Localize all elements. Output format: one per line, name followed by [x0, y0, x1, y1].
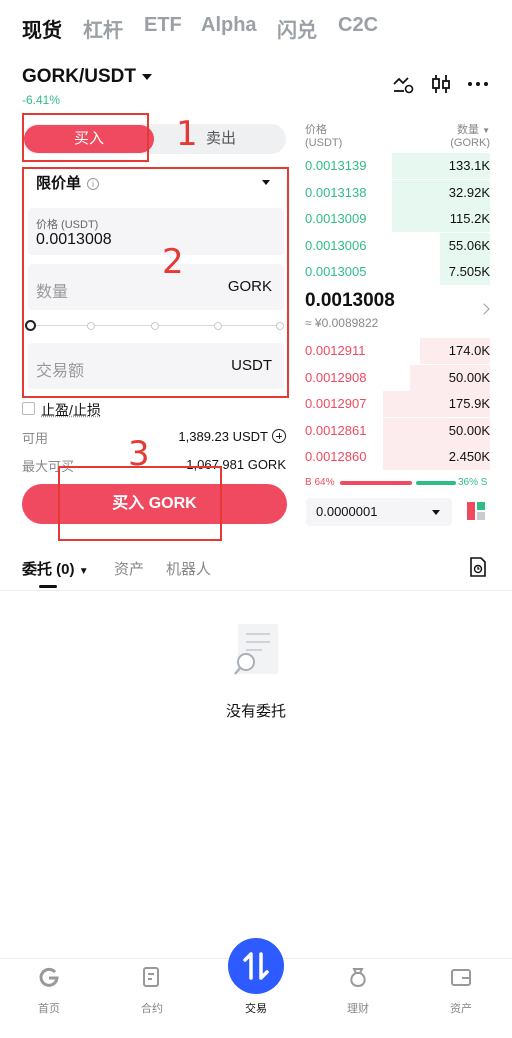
orderbook-price: 0.0012907 [305, 396, 367, 411]
orderbook-price: 0.0013006 [305, 237, 367, 253]
orderbook-price: 0.0012911 [305, 343, 366, 358]
futures-icon [143, 967, 159, 987]
orderbook-row[interactable]: 0.0012860 2.450K [305, 444, 490, 470]
qty-header-label: 数量 [457, 124, 480, 136]
candlestick-icon[interactable] [429, 72, 453, 96]
orderbook-row[interactable]: 0.0013138 32.92K [305, 179, 490, 206]
orderbook-price: 0.0012908 [305, 369, 367, 385]
trade-arrows-icon [243, 952, 269, 980]
price-change: -6.41% [22, 93, 61, 107]
orderbook-qty-header[interactable]: 数量 ▼ (GORK) [430, 124, 490, 150]
tab-assets[interactable]: 资产 [114, 558, 144, 579]
tpsl-checkbox[interactable] [22, 402, 35, 415]
orderbook-qty: 7.505K [448, 264, 490, 279]
orderbook-row[interactable]: 0.0012911 174.0K [305, 338, 490, 364]
buy-ratio: B 64% [305, 477, 335, 488]
depth-step-value: 0.0000001 [316, 504, 378, 519]
orderbook-price: 0.0012860 [305, 449, 367, 464]
orderbook-row[interactable]: 0.0012861 50.00K [305, 417, 490, 444]
orderbook-row[interactable]: 0.0013139 133.1K [305, 153, 490, 179]
qty-header-unit: (GORK) [450, 137, 490, 149]
nav-trade[interactable] [228, 938, 284, 994]
orderbook-row[interactable]: 0.0013006 55.06K [305, 232, 490, 259]
orderbook-row[interactable]: 0.0012908 50.00K [305, 364, 490, 391]
orderbook-row[interactable]: 0.0013009 115.2K [305, 206, 490, 232]
orderbook-qty: 115.2K [449, 211, 490, 226]
empty-state-text: 没有委托 [225, 703, 286, 720]
orderbook-row[interactable]: 0.0012907 175.9K [305, 391, 490, 417]
sort-caret-icon: ▼ [482, 126, 490, 135]
price-header-unit: (USDT) [305, 137, 343, 149]
orderbook-price-header: 价格 (USDT) [305, 124, 342, 150]
orderbook-layout-icon[interactable] [467, 502, 485, 520]
orderbook-qty: 50.00K [448, 422, 490, 438]
add-funds-icon[interactable] [272, 429, 286, 443]
orderbook-price: 0.0013005 [305, 264, 367, 279]
nav-assets-label: 资产 [450, 1003, 472, 1015]
nav-trade-label: 交易 [245, 1003, 267, 1015]
annotation-number-1: 1 [176, 114, 198, 154]
nav-futures[interactable] [122, 966, 182, 993]
chevron-down-icon [142, 73, 152, 80]
sell-ratio-bar [416, 481, 456, 485]
tab-bots[interactable]: 机器人 [166, 558, 211, 579]
chevron-down-icon [432, 510, 440, 515]
orderbook-price: 0.0013139 [305, 158, 367, 173]
tab-orders[interactable]: 委托 (0) ▼ [22, 558, 89, 579]
available-value: 1,389.23 USDT [178, 429, 268, 444]
wallet-icon [451, 969, 471, 986]
orderbook-qty: 32.92K [448, 184, 490, 200]
orderbook-qty: 55.06K [448, 237, 490, 253]
orderbook-price: 0.0013138 [305, 184, 367, 200]
nav-home-label: 首页 [38, 1003, 60, 1015]
empty-document-icon [234, 624, 278, 675]
divider [0, 590, 512, 591]
pair-symbol: GORK/USDT [22, 66, 136, 87]
price-header-label: 价格 [305, 124, 327, 136]
tab-c2c[interactable]: C2C [338, 14, 378, 37]
nav-earn-label: 理财 [347, 1003, 369, 1015]
orderbook-qty: 2.450K [448, 449, 490, 464]
orders-tab-label: 委托 (0) [22, 561, 75, 578]
tpsl-label[interactable]: 止盈/止损 [41, 400, 101, 420]
price-alert-icon[interactable] [391, 72, 415, 96]
nav-assets[interactable] [431, 966, 491, 993]
available-label: 可用 [22, 431, 49, 446]
pair-selector[interactable]: GORK/USDT [22, 66, 152, 88]
tab-margin[interactable]: 杠杆 [83, 14, 123, 43]
orderbook-row[interactable]: 0.0013005 7.505K [305, 259, 490, 285]
orderbook-qty: 133.1K [448, 158, 490, 173]
earn-icon [350, 968, 366, 988]
annotation-box-3 [58, 466, 222, 541]
nav-home[interactable] [19, 966, 79, 993]
caret-down-icon: ▼ [78, 566, 89, 577]
annotation-box-1 [22, 113, 149, 162]
nav-futures-label: 合约 [141, 1003, 163, 1015]
tab-etf[interactable]: ETF [144, 14, 182, 37]
home-icon [39, 967, 59, 987]
annotation-box-2 [22, 167, 289, 398]
annotation-number-2: 2 [162, 242, 184, 282]
last-price: 0.0013008 [305, 290, 395, 311]
orderbook-price: 0.0012861 [305, 422, 367, 438]
more-icon[interactable] [466, 72, 490, 96]
sell-ratio: 36% S [458, 477, 488, 488]
orderbook-qty: 174.0K [448, 343, 490, 358]
tab-alpha[interactable]: Alpha [201, 14, 257, 37]
orderbook-qty: 175.9K [448, 396, 490, 411]
orderbook-qty: 50.00K [448, 369, 490, 385]
tab-convert[interactable]: 闪兑 [277, 14, 317, 43]
order-history-icon[interactable] [469, 557, 487, 577]
annotation-number-3: 3 [128, 434, 150, 474]
last-price-fiat: ≈ ¥0.0089822 [305, 316, 379, 330]
active-tab-indicator [39, 585, 57, 588]
buy-ratio-bar [340, 481, 412, 485]
orderbook-price: 0.0013009 [305, 211, 367, 226]
chevron-right-icon[interactable] [478, 303, 490, 315]
nav-earn[interactable] [328, 966, 388, 993]
tab-spot[interactable]: 现货 [22, 14, 62, 43]
